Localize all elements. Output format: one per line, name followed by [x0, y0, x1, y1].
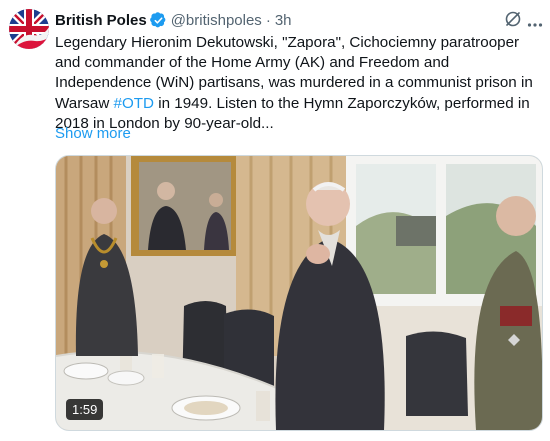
header-separator: ·: [265, 11, 271, 29]
show-more-link[interactable]: Show more: [55, 125, 131, 142]
avatar[interactable]: [9, 9, 49, 49]
video-thumbnail: [56, 156, 542, 430]
more-options-icon[interactable]: [527, 15, 543, 27]
author-handle[interactable]: @britishpoles: [171, 12, 262, 29]
video-duration-badge: 1:59: [66, 399, 104, 420]
tweet-header: British Poles @britishpoles · 3h: [55, 10, 534, 30]
tweet-text: Legendary Hieronim Dekutowski, "Zapora",…: [55, 33, 535, 134]
verified-badge-icon: [149, 11, 167, 29]
hashtag-link[interactable]: #OTD: [114, 95, 155, 112]
grok-icon[interactable]: [504, 10, 522, 28]
video-player[interactable]: 1:59: [55, 155, 543, 431]
author-name[interactable]: British Poles: [55, 12, 147, 29]
tweet[interactable]: British Poles @britishpoles · 3h Legenda…: [0, 0, 550, 441]
tweet-timestamp[interactable]: 3h: [275, 12, 292, 29]
